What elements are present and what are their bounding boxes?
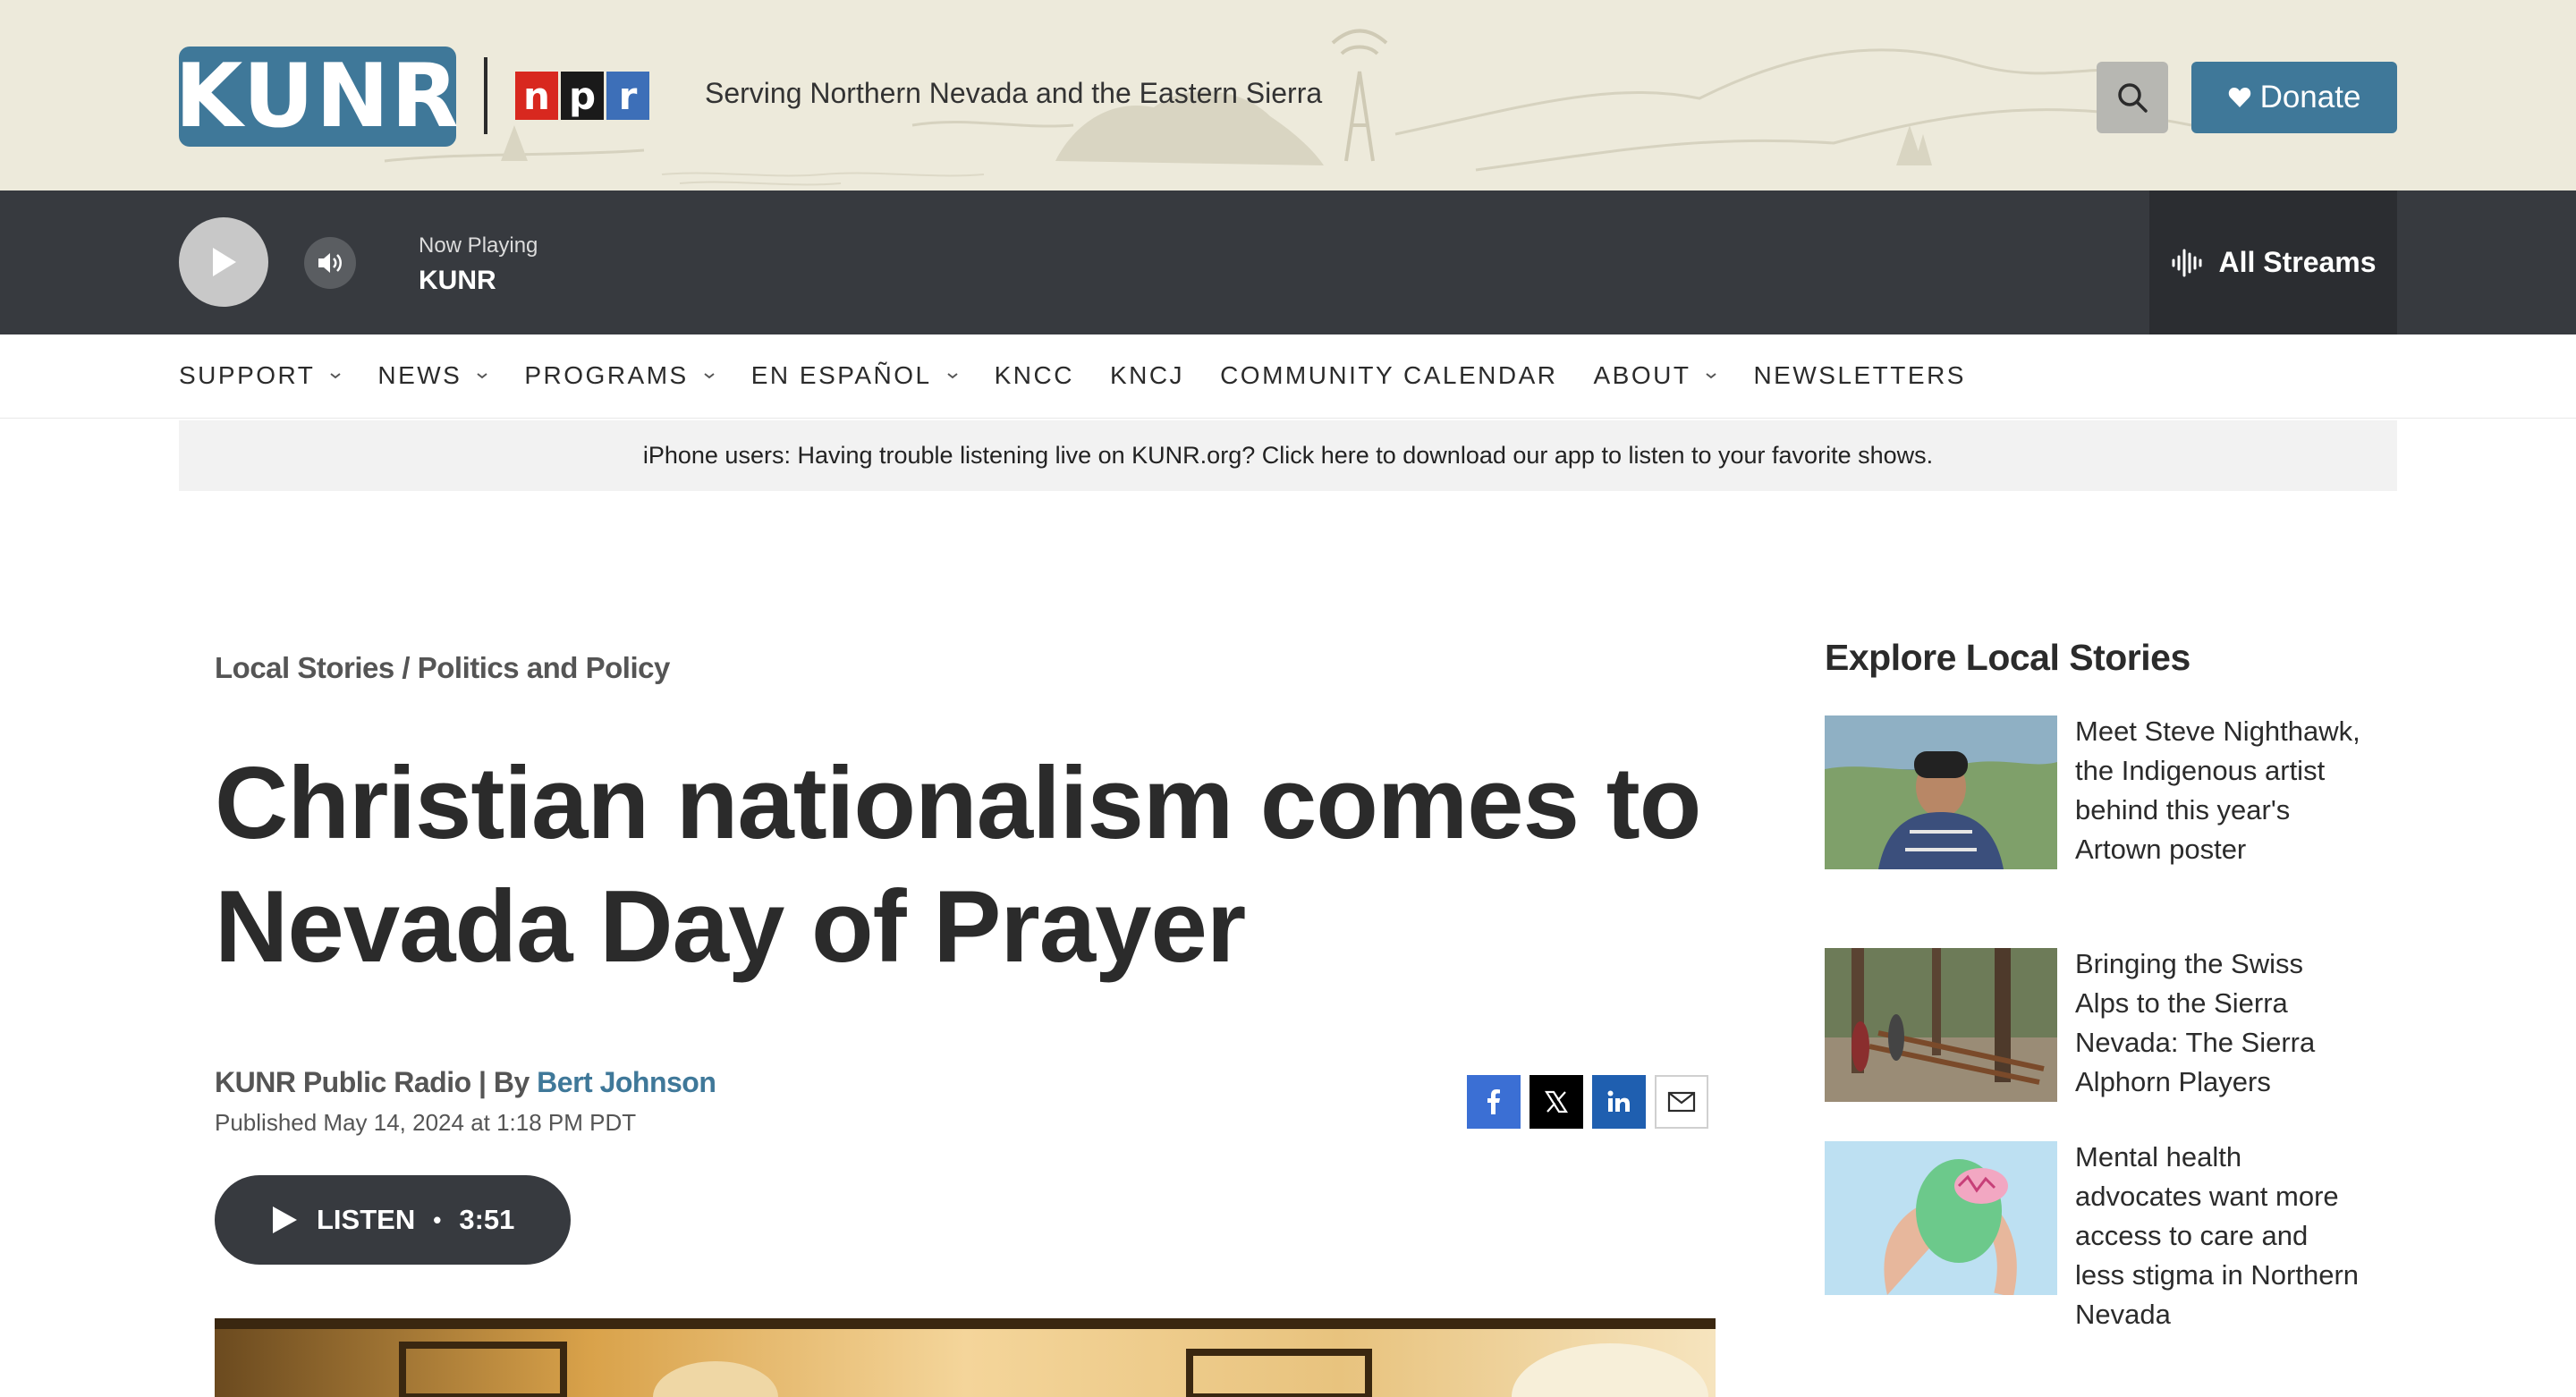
published-date: Published May 14, 2024 at 1:18 PM PDT	[215, 1109, 637, 1136]
story-title[interactable]: Bringing the Swiss Alps to the Sierra Ne…	[2075, 944, 2361, 1102]
sidebar-title: Explore Local Stories	[1825, 637, 2190, 678]
nav-item-label: SUPPORT	[179, 361, 316, 389]
sidebar-story[interactable]: Mental health advocates want more access…	[1825, 1141, 2361, 1334]
donate-button[interactable]: Donate	[2191, 62, 2397, 133]
nav-item-kncj[interactable]: KNCJ	[1110, 361, 1184, 390]
breadcrumb[interactable]: Local Stories / Politics and Policy	[215, 651, 670, 685]
chevron-down-icon	[704, 373, 715, 379]
now-playing-station: KUNR	[419, 266, 496, 295]
nav-item-kncc[interactable]: KNCC	[995, 361, 1074, 390]
chevron-down-icon	[330, 373, 341, 379]
play-icon	[213, 248, 236, 276]
kunr-logo[interactable]: KUNR	[174, 46, 458, 148]
article-headline: Christian nationalism comes to Nevada Da…	[215, 747, 1701, 984]
nav-item-en-espanol[interactable]: EN ESPAÑOL	[751, 361, 959, 390]
share-email-button[interactable]	[1655, 1075, 1708, 1129]
linkedin-icon	[1607, 1090, 1630, 1112]
chevron-down-icon	[946, 373, 958, 379]
npr-logo-letter-p: p	[561, 72, 604, 120]
audio-player-bar: Now Playing KUNR All Streams	[0, 190, 2576, 334]
nav-list: SUPPORT NEWS PROGRAMS EN ESPAÑOL KNCC KN…	[179, 361, 2002, 390]
nav-item-label: EN ESPAÑOL	[750, 361, 932, 389]
listen-separator: •	[433, 1206, 442, 1233]
now-playing-info: Now Playing KUNR	[419, 233, 538, 296]
nav-item-label: NEWSLETTERS	[1753, 361, 1966, 389]
chevron-down-icon	[477, 373, 487, 379]
article-byline: KUNR Public Radio | By Bert Johnson	[215, 1066, 716, 1099]
nav-item-label: COMMUNITY CALENDAR	[1220, 361, 1558, 389]
search-button[interactable]	[2097, 62, 2168, 133]
nav-item-label: ABOUT	[1593, 361, 1691, 389]
iphone-app-alert-link[interactable]: iPhone users: Having trouble listening l…	[179, 420, 2397, 491]
audio-wave-icon	[2172, 249, 2202, 276]
main-navigation: SUPPORT NEWS PROGRAMS EN ESPAÑOL KNCC KN…	[0, 334, 2576, 419]
email-icon	[1667, 1091, 1696, 1113]
nav-item-news[interactable]: NEWS	[377, 361, 488, 390]
kunr-logo-text: KUNR	[174, 46, 461, 148]
play-button[interactable]	[179, 217, 268, 307]
heart-icon	[2228, 88, 2250, 107]
nav-item-about[interactable]: ABOUT	[1593, 361, 1717, 390]
all-streams-label: All Streams	[2218, 246, 2377, 278]
donate-label: Donate	[2259, 80, 2361, 114]
nav-item-label: NEWS	[377, 361, 462, 389]
share-facebook-button[interactable]	[1467, 1075, 1521, 1129]
logo-divider	[484, 57, 487, 134]
byline-prefix: KUNR Public Radio | By	[215, 1066, 538, 1098]
play-icon	[273, 1206, 297, 1233]
nav-item-support[interactable]: SUPPORT	[179, 361, 342, 390]
nav-item-label: KNCJ	[1109, 361, 1185, 389]
listen-button[interactable]: LISTEN • 3:51	[215, 1175, 571, 1265]
listen-label: LISTEN	[317, 1204, 416, 1235]
story-title[interactable]: Meet Steve Nighthawk, the Indigenous art…	[2075, 712, 2361, 869]
nav-item-label: KNCC	[994, 361, 1074, 389]
sidebar-story[interactable]: Bringing the Swiss Alps to the Sierra Ne…	[1825, 948, 2361, 1102]
volume-button[interactable]	[304, 237, 356, 289]
share-linkedin-button[interactable]	[1592, 1075, 1646, 1129]
npr-logo[interactable]: n p r	[515, 72, 649, 120]
nav-item-community-calendar[interactable]: COMMUNITY CALENDAR	[1220, 361, 1557, 390]
share-buttons	[1467, 1075, 1708, 1129]
author-link[interactable]: Bert Johnson	[537, 1066, 716, 1098]
story-title[interactable]: Mental health advocates want more access…	[2075, 1138, 2361, 1334]
npr-logo-letter-n: n	[515, 72, 558, 120]
article-hero-image	[215, 1318, 1716, 1397]
volume-icon	[318, 253, 342, 273]
npr-logo-letter-r: r	[606, 72, 649, 120]
nav-item-programs[interactable]: PROGRAMS	[524, 361, 715, 390]
search-icon	[2118, 83, 2148, 113]
story-thumbnail[interactable]	[1825, 1141, 2057, 1295]
now-playing-label: Now Playing	[419, 233, 538, 258]
chevron-down-icon	[1706, 373, 1717, 379]
story-thumbnail[interactable]	[1825, 715, 2057, 869]
listen-duration: 3:51	[459, 1204, 515, 1235]
x-icon	[1544, 1090, 1569, 1113]
story-thumbnail[interactable]	[1825, 948, 2057, 1102]
all-streams-button[interactable]: All Streams	[2149, 190, 2397, 334]
nav-item-newsletters[interactable]: NEWSLETTERS	[1753, 361, 1966, 390]
site-header: KUNR n p r Serving Northern Nevada and t…	[0, 0, 2576, 190]
nav-item-label: PROGRAMS	[524, 361, 689, 389]
facebook-icon	[1487, 1089, 1500, 1114]
share-x-button[interactable]	[1530, 1075, 1583, 1129]
site-tagline: Serving Northern Nevada and the Eastern …	[705, 77, 1323, 109]
sidebar-story[interactable]: Meet Steve Nighthawk, the Indigenous art…	[1825, 715, 2361, 869]
